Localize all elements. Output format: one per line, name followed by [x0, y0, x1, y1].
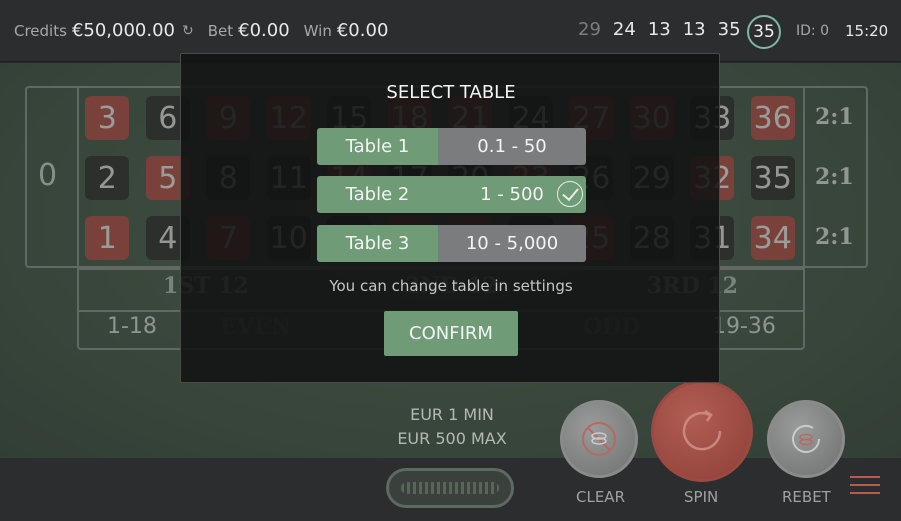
table-limits: EUR 1 MIN EUR 500 MAX [392, 403, 512, 451]
credits-value: €50,000.00 [71, 20, 175, 41]
spin-label: SPIN [684, 488, 719, 506]
table-range: 0.1 - 50 [438, 128, 586, 165]
table-name: Table 2 [317, 176, 438, 213]
bet-label: Bet [207, 21, 234, 40]
spin-icon [682, 409, 722, 451]
history-number: 24 [612, 19, 636, 40]
bet-value: €0.00 [238, 20, 290, 41]
confirm-button[interactable]: CONFIRM [384, 311, 518, 356]
table-option-3[interactable]: Table 3 10 - 5,000 [317, 225, 586, 262]
game-stage: Credits €50,000.00 ↻ Bet €0.00 Win €0.00… [0, 0, 901, 521]
clear-button[interactable] [560, 400, 638, 478]
rebet-button[interactable] [767, 400, 845, 478]
dialog-title: SELECT TABLE [386, 82, 516, 103]
credits-label: Credits [14, 21, 67, 40]
refresh-icon[interactable]: ↻ [182, 23, 194, 39]
bottom-bar [0, 458, 901, 521]
clear-icon [582, 422, 616, 456]
number-history: 29 24 13 13 35 [578, 19, 741, 40]
table-name: Table 1 [317, 128, 438, 165]
spin-button[interactable] [651, 380, 753, 482]
rebet-label: REBET [782, 488, 831, 506]
clear-label: CLEAR [576, 488, 625, 506]
table-range: 1 - 500 [480, 184, 544, 205]
max-limit: EUR 500 MAX [397, 429, 507, 448]
table-name: Table 3 [317, 225, 438, 262]
settings-hint: You can change table in settings [329, 277, 573, 295]
racetrack-toggle-button[interactable] [386, 468, 514, 508]
history-number: 13 [682, 19, 706, 40]
table-range-cell: 1 - 500 [438, 176, 586, 213]
history-number: 35 [717, 19, 741, 40]
min-limit: EUR 1 MIN [410, 405, 494, 424]
win-label: Win [303, 21, 332, 40]
rebet-icon [792, 425, 820, 453]
menu-icon[interactable] [850, 476, 880, 496]
history-number: 13 [647, 19, 671, 40]
check-icon [557, 181, 583, 207]
select-table-dialog: SELECT TABLE Table 1 0.1 - 50 Table 2 1 … [180, 53, 720, 383]
table-range: 10 - 5,000 [438, 225, 586, 262]
win-value: €0.00 [336, 20, 389, 41]
history-number: 29 [578, 19, 601, 40]
round-id: ID: 0 [796, 23, 829, 39]
table-option-1[interactable]: Table 1 0.1 - 50 [317, 128, 586, 165]
clock: 15:20 [845, 22, 889, 40]
last-result-badge: 35 [747, 15, 781, 49]
table-option-2[interactable]: Table 2 1 - 500 [317, 176, 586, 213]
